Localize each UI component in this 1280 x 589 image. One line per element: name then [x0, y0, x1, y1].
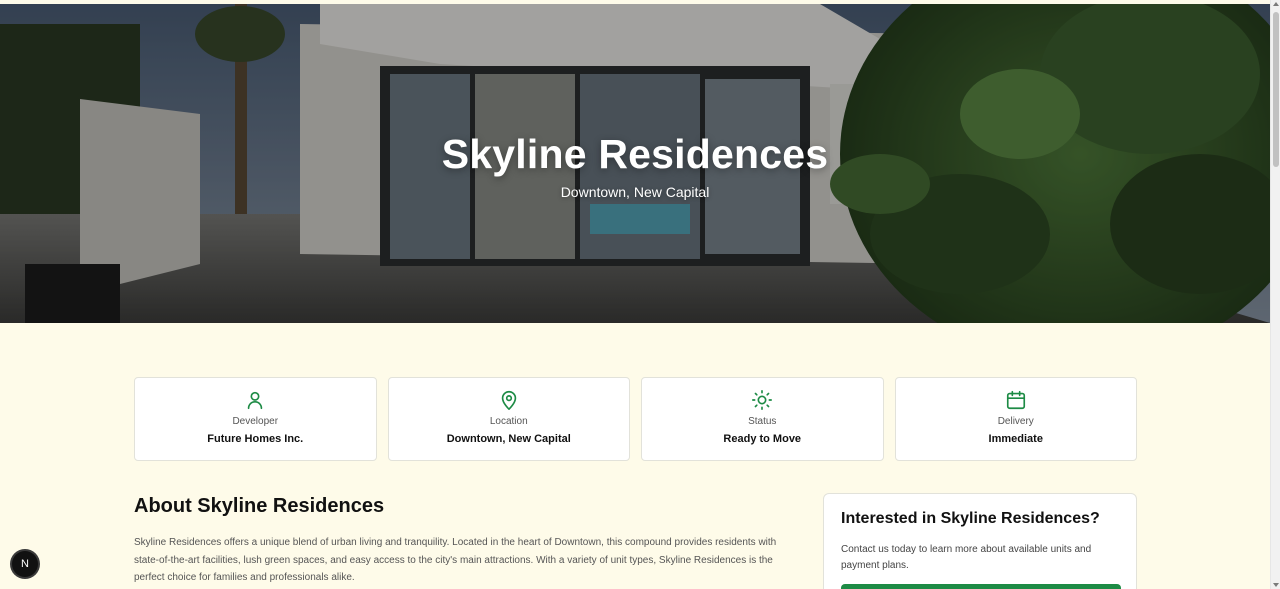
- delivery-card: Delivery Immediate: [894, 377, 1137, 461]
- sun-icon: [752, 390, 773, 410]
- scroll-up-arrow-icon[interactable]: [1273, 2, 1279, 6]
- user-icon: [248, 391, 263, 410]
- map-pin-icon: [501, 390, 516, 410]
- scroll-thumb[interactable]: [1273, 12, 1279, 167]
- status-label: Status: [748, 416, 777, 427]
- contact-card-title: Interested in Skyline Residences?: [841, 510, 1100, 527]
- location-card: Location Downtown, New Capital: [387, 377, 630, 461]
- about-heading: About Skyline Residences: [134, 495, 385, 517]
- hero-banner: Skyline Residences Downtown, New Capital: [0, 4, 1270, 323]
- contact-card: Interested in Skyline Residences? Contac…: [823, 493, 1137, 589]
- location-label: Location: [489, 416, 528, 427]
- developer-card: Developer Future Homes Inc.: [134, 377, 377, 461]
- about-description: Skyline Residences offers a unique blend…: [134, 537, 777, 583]
- contact-card-text: Contact us today to learn more about ava…: [841, 544, 1092, 571]
- contact-button[interactable]: [841, 584, 1121, 589]
- property-info-cards: Developer Future Homes Inc. Location Dow…: [134, 377, 1137, 461]
- page-scrollbar[interactable]: [1270, 0, 1280, 589]
- scroll-down-arrow-icon[interactable]: [1273, 583, 1279, 587]
- status-value: Ready to Move: [723, 433, 802, 445]
- developer-value: Future Homes Inc.: [207, 433, 304, 445]
- developer-label: Developer: [232, 416, 279, 427]
- property-location: Downtown, New Capital: [560, 184, 710, 200]
- delivery-label: Delivery: [997, 416, 1034, 427]
- calendar-icon: [1006, 390, 1025, 410]
- status-card: Status Ready to Move: [641, 377, 884, 461]
- dev-tools-badge[interactable]: N: [12, 551, 38, 577]
- location-value: Downtown, New Capital: [446, 433, 571, 445]
- property-title: Skyline Residences: [441, 131, 829, 177]
- delivery-value: Immediate: [988, 433, 1043, 445]
